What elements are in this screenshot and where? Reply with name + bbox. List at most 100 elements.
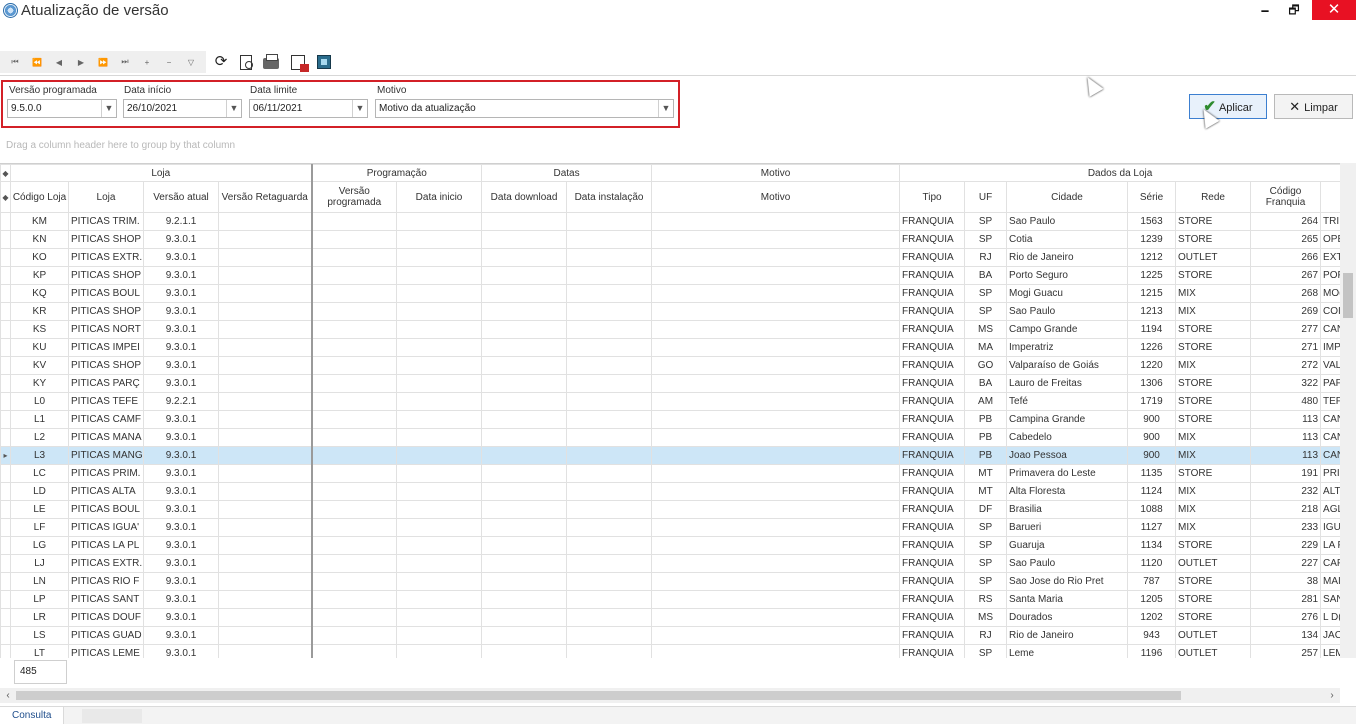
column-header-versao-retaguarda[interactable]: Versão Retaguarda — [217, 181, 313, 213]
print-preview-icon[interactable] — [236, 52, 256, 72]
cell-data-download[interactable] — [481, 338, 568, 357]
cell-data-download[interactable] — [481, 464, 568, 483]
cell-versao-atual[interactable]: 9.3.0.1 — [143, 302, 219, 321]
tab-consulta[interactable]: Consulta — [0, 707, 65, 724]
cell-codigo-loja[interactable]: LJ — [10, 554, 69, 573]
cell-versao-atual[interactable]: 9.3.0.1 — [143, 248, 219, 267]
cell-cidade[interactable]: Barueri — [1006, 518, 1129, 537]
cell-data-instalacao[interactable] — [566, 356, 653, 375]
cell-rede[interactable]: STORE — [1175, 374, 1252, 393]
cell-codigo-franquia[interactable]: 191 — [1250, 464, 1322, 483]
cell-cidade[interactable]: Sao Jose do Rio Pret — [1006, 572, 1129, 591]
cell-versao-retaguarda[interactable] — [217, 428, 313, 447]
cell-motivo[interactable] — [651, 500, 901, 519]
cell-tipo[interactable]: FRANQUIA — [899, 572, 966, 591]
cell-codigo-franquia[interactable]: 271 — [1250, 338, 1322, 357]
tab-blank[interactable] — [82, 709, 142, 723]
cell-uf[interactable]: SP — [964, 518, 1008, 537]
cell-data-download[interactable] — [481, 572, 568, 591]
cell-motivo[interactable] — [651, 428, 901, 447]
cell-truncated[interactable]: LEM — [1320, 644, 1340, 658]
table-row[interactable]: LC PITICAS PRIM. 9.3.0.1 FRANQUIA MT Primaver… — [0, 464, 1340, 483]
delete-record-icon[interactable]: − — [158, 58, 180, 67]
cell-versao-retaguarda[interactable] — [217, 464, 313, 483]
cell-truncated[interactable]: L D( — [1320, 608, 1340, 627]
row-indicator[interactable] — [0, 356, 11, 375]
cell-data-inicio[interactable] — [396, 374, 483, 393]
table-row[interactable]: KR PITICAS SHOP 9.3.0.1 FRANQUIA SP Sao Paulo… — [0, 302, 1340, 321]
row-indicator[interactable] — [0, 230, 11, 249]
cell-versao-atual[interactable]: 9.3.0.1 — [143, 410, 219, 429]
cell-truncated[interactable]: SAN — [1320, 590, 1340, 609]
vertical-scroll-thumb[interactable] — [1343, 273, 1353, 318]
cell-codigo-loja[interactable]: KO — [10, 248, 69, 267]
cell-tipo[interactable]: FRANQUIA — [899, 248, 966, 267]
cell-data-inicio[interactable] — [396, 590, 483, 609]
cell-rede[interactable]: STORE — [1175, 464, 1252, 483]
close-button[interactable]: ✕ — [1312, 0, 1356, 20]
cell-versao-retaguarda[interactable] — [217, 608, 313, 627]
cell-versao-atual[interactable]: 9.3.0.1 — [143, 608, 219, 627]
cell-data-inicio[interactable] — [396, 554, 483, 573]
cell-loja[interactable]: PITICAS LA PL — [68, 536, 144, 555]
cell-data-inicio[interactable] — [396, 410, 483, 429]
cell-serie[interactable]: 1239 — [1127, 230, 1177, 249]
cell-truncated[interactable]: LA F — [1320, 536, 1340, 555]
cell-versao-programada[interactable] — [311, 212, 398, 231]
cell-uf[interactable]: BA — [964, 266, 1008, 285]
cell-versao-programada[interactable] — [311, 284, 398, 303]
cell-versao-retaguarda[interactable] — [217, 500, 313, 519]
cell-data-inicio[interactable] — [396, 608, 483, 627]
cell-codigo-loja[interactable]: LR — [10, 608, 69, 627]
filter-icon[interactable]: ▽ — [180, 58, 202, 67]
cell-data-instalacao[interactable] — [566, 428, 653, 447]
row-indicator[interactable] — [0, 626, 11, 645]
cell-versao-atual[interactable]: 9.3.0.1 — [143, 536, 219, 555]
cell-data-download[interactable] — [481, 356, 568, 375]
cell-codigo-franquia[interactable]: 322 — [1250, 374, 1322, 393]
cell-versao-retaguarda[interactable] — [217, 266, 313, 285]
print-icon[interactable] — [261, 52, 281, 72]
cell-rede[interactable]: MIX — [1175, 428, 1252, 447]
row-indicator[interactable] — [0, 374, 11, 393]
cell-data-download[interactable] — [481, 446, 568, 465]
cell-rede[interactable]: MIX — [1175, 356, 1252, 375]
cell-codigo-franquia[interactable]: 268 — [1250, 284, 1322, 303]
table-row[interactable]: LD PITICAS ALTA 9.3.0.1 FRANQUIA MT Alta Flor… — [0, 482, 1340, 501]
table-row[interactable]: LJ PITICAS EXTR. 9.3.0.1 FRANQUIA SP Sao Paul… — [0, 554, 1340, 573]
cell-data-instalacao[interactable] — [566, 230, 653, 249]
cell-data-inicio[interactable] — [396, 644, 483, 658]
cell-data-download[interactable] — [481, 608, 568, 627]
cell-versao-atual[interactable]: 9.3.0.1 — [143, 644, 219, 658]
cell-data-inicio[interactable] — [396, 536, 483, 555]
cell-versao-atual[interactable]: 9.3.0.1 — [143, 446, 219, 465]
cell-motivo[interactable] — [651, 212, 901, 231]
cell-uf[interactable]: MA — [964, 338, 1008, 357]
cell-versao-programada[interactable] — [311, 464, 398, 483]
cell-versao-retaguarda[interactable] — [217, 284, 313, 303]
horizontal-scroll-thumb[interactable] — [16, 691, 1181, 700]
cell-cidade[interactable]: Dourados — [1006, 608, 1129, 627]
row-indicator[interactable] — [0, 518, 11, 537]
cell-data-instalacao[interactable] — [566, 302, 653, 321]
cell-uf[interactable]: MT — [964, 464, 1008, 483]
cell-motivo[interactable] — [651, 356, 901, 375]
cell-versao-retaguarda[interactable] — [217, 482, 313, 501]
cell-versao-retaguarda[interactable] — [217, 554, 313, 573]
cell-data-download[interactable] — [481, 230, 568, 249]
cell-uf[interactable]: SP — [964, 230, 1008, 249]
cell-versao-atual[interactable]: 9.2.2.1 — [143, 392, 219, 411]
cell-codigo-franquia[interactable]: 218 — [1250, 500, 1322, 519]
cell-data-download[interactable] — [481, 518, 568, 537]
cell-loja[interactable]: PITICAS CAMF — [68, 410, 144, 429]
cell-loja[interactable]: PITICAS SHOP — [68, 302, 144, 321]
cell-uf[interactable]: PB — [964, 410, 1008, 429]
cell-versao-programada[interactable] — [311, 608, 398, 627]
next-page-icon[interactable]: ⏩ — [92, 58, 114, 67]
cell-uf[interactable]: MT — [964, 482, 1008, 501]
cell-codigo-franquia[interactable]: 480 — [1250, 392, 1322, 411]
cell-data-inicio[interactable] — [396, 338, 483, 357]
cell-data-inicio[interactable] — [396, 320, 483, 339]
cell-tipo[interactable]: FRANQUIA — [899, 626, 966, 645]
cell-cidade[interactable]: Campo Grande — [1006, 320, 1129, 339]
